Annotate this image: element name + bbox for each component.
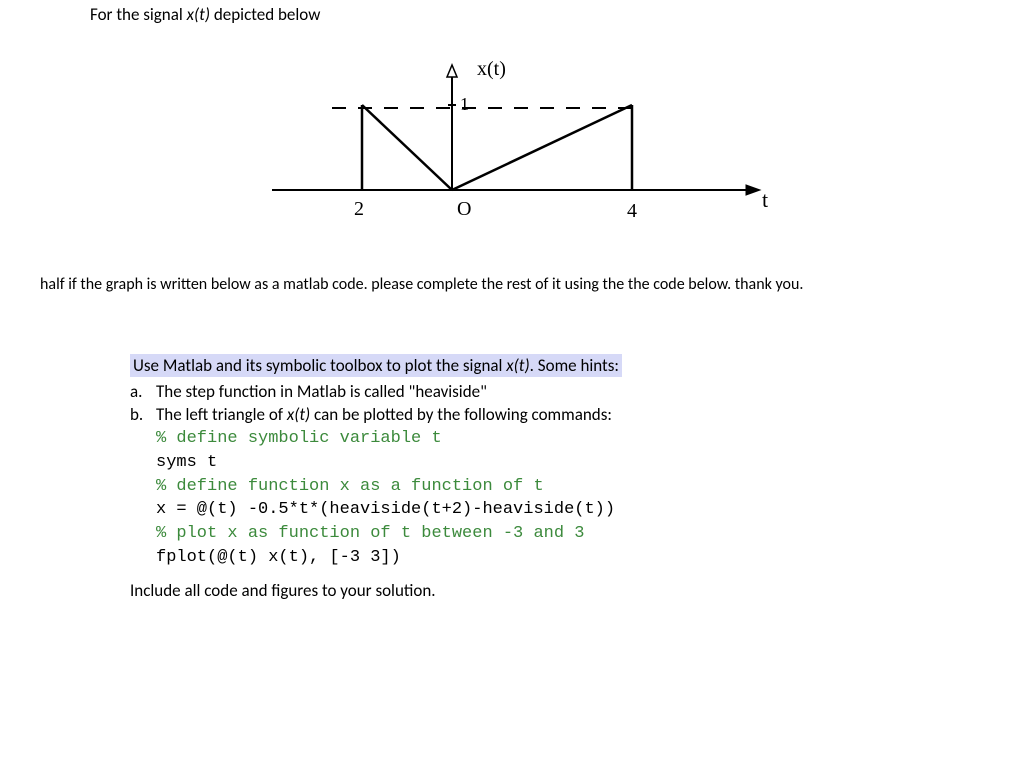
code-line: fplot(@(t) x(t), [-3 3])	[156, 546, 944, 570]
hint-b-prefix: The left triangle of	[156, 404, 287, 425]
intro-signal: x(t)	[187, 4, 210, 25]
graph-ylabel: x(t)	[477, 58, 506, 80]
hint-item-b: b. The left triangle of x(t) can be plot…	[130, 404, 944, 425]
graph-svg: x(t) 1 2 O 4 t	[232, 35, 792, 255]
graph-origin: O	[457, 198, 471, 220]
code-block: % define symbolic variable t syms t % de…	[156, 427, 944, 570]
code-line: % define symbolic variable t	[156, 427, 944, 451]
intro-text: For the signal x(t) depicted below	[90, 4, 1004, 25]
highlight-suffix: . Some hints:	[530, 355, 619, 376]
graph-xlabel: t	[762, 187, 768, 212]
highlight-prefix: Use Matlab and its symbolic toolbox to p…	[133, 355, 506, 376]
intro-suffix: depicted below	[210, 4, 320, 25]
hint-b-signal: x(t)	[287, 404, 310, 425]
code-line: syms t	[156, 451, 944, 475]
hint-list: a. The step function in Matlab is called…	[130, 381, 944, 425]
graph-xpos: 4	[627, 200, 637, 222]
highlight-signal: x(t)	[506, 355, 529, 376]
question-block: Use Matlab and its symbolic toolbox to p…	[120, 354, 944, 601]
intro-prefix: For the signal	[90, 4, 187, 25]
code-line: % plot x as function of t between -3 and…	[156, 522, 944, 546]
graph-xneg: 2	[354, 198, 364, 220]
code-line: x = @(t) -0.5*t*(heaviside(t+2)-heavisid…	[156, 498, 944, 522]
highlight-instruction: Use Matlab and its symbolic toolbox to p…	[130, 354, 622, 377]
signal-graph: x(t) 1 2 O 4 t	[20, 35, 1004, 255]
closing-text: Include all code and figures to your sol…	[130, 580, 944, 601]
description-text: half if the graph is written below as a …	[40, 275, 984, 294]
graph-ytick: 1	[460, 94, 469, 114]
hint-b-suffix: can be plotted by the following commands…	[310, 404, 612, 425]
hint-content-a: The step function in Matlab is called "h…	[156, 381, 944, 402]
hint-label-a: a.	[130, 381, 156, 402]
code-line: % define function x as a function of t	[156, 475, 944, 499]
hint-label-b: b.	[130, 404, 156, 425]
hint-item-a: a. The step function in Matlab is called…	[130, 381, 944, 402]
hint-content-b: The left triangle of x(t) can be plotted…	[156, 404, 944, 425]
